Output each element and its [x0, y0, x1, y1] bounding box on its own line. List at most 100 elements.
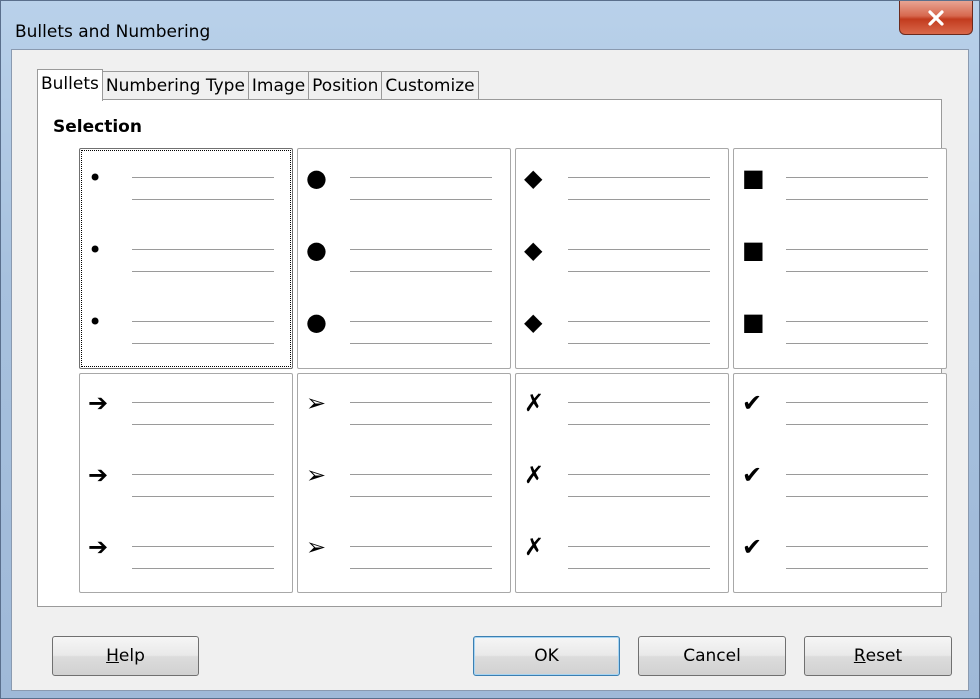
preview-line	[786, 495, 928, 497]
preview-line	[786, 271, 928, 272]
tab-bullets[interactable]: Bullets	[37, 69, 103, 101]
cross-icon: ✗	[524, 388, 545, 417]
bullet-option-square[interactable]: ■ ■ ■	[733, 148, 947, 369]
bullet-preview-row: ✔	[742, 532, 936, 569]
preview-line	[568, 343, 710, 344]
preview-line	[786, 567, 928, 569]
preview-line	[350, 545, 492, 547]
bullet-preview-row: •	[88, 235, 282, 272]
preview-line	[350, 199, 492, 200]
preview-line	[132, 423, 274, 425]
bullet-option-arrowhead[interactable]: ➢ ➢ ➢	[297, 372, 511, 593]
bullet-style-grid: • • • ● ● ● ◆ ◆ ◆ ■ ■ ■ ➔ ➔ ➔ ➢ ➢ ➢ ✗ ✗ ✗ ✔ ✔ ✔	[79, 148, 947, 593]
bullet-option-bold-arrow[interactable]: ➔ ➔ ➔	[79, 372, 293, 593]
tab-bar: Bullets Numbering Type Image Position Cu…	[37, 69, 479, 101]
tab-image[interactable]: Image	[247, 71, 310, 99]
checkmark-icon: ✔	[742, 460, 763, 489]
preview-line	[786, 249, 928, 250]
preview-line	[568, 199, 710, 200]
preview-line	[350, 401, 492, 403]
preview-line	[786, 321, 928, 322]
reset-button[interactable]: Reset	[804, 636, 952, 676]
preview-line	[568, 177, 710, 178]
preview-line	[132, 473, 274, 475]
close-icon	[928, 9, 944, 26]
bullet-preview-row: ✔	[742, 460, 936, 497]
large-dot-icon: ●	[306, 236, 327, 264]
preview-line	[350, 495, 492, 497]
preview-line	[132, 271, 274, 272]
preview-line	[132, 567, 274, 569]
arrowhead-icon: ➢	[306, 388, 327, 417]
bullet-preview-row: ■	[742, 163, 936, 200]
bullet-preview-row: ■	[742, 235, 936, 272]
tab-position[interactable]: Position	[308, 71, 383, 99]
tab-numbering-type[interactable]: Numbering Type	[101, 71, 249, 99]
preview-line	[786, 177, 928, 178]
bullet-preview-row: •	[88, 307, 282, 344]
square-icon: ■	[742, 236, 765, 264]
preview-line	[786, 473, 928, 475]
bullet-preview-row: ●	[306, 307, 500, 344]
bullet-preview-row: ●	[306, 163, 500, 200]
tab-customize[interactable]: Customize	[381, 71, 479, 99]
checkmark-icon: ✔	[742, 532, 763, 561]
bullet-preview-row: ✗	[524, 532, 718, 569]
preview-line	[132, 199, 274, 200]
bullet-preview-row: •	[88, 163, 282, 200]
bullet-option-small-dot[interactable]: • • •	[79, 148, 293, 369]
bullet-preview-row: ●	[306, 235, 500, 272]
bullet-option-diamond[interactable]: ◆ ◆ ◆	[515, 148, 729, 369]
bullets-panel: Selection • • • ● ● ● ◆ ◆ ◆ ■ ■ ■ ➔ ➔ ➔ ➢ ➢ ➢ ✗ ✗ ✗ ✔ ✔ ✔	[37, 99, 947, 607]
preview-line	[350, 249, 492, 250]
preview-line	[568, 473, 710, 475]
arrowhead-icon: ➢	[306, 532, 327, 561]
square-icon: ■	[742, 164, 765, 192]
preview-line	[350, 473, 492, 475]
large-dot-icon: ●	[306, 308, 327, 336]
bullet-option-checkmark[interactable]: ✔ ✔ ✔	[733, 372, 947, 593]
cancel-button[interactable]: Cancel	[638, 636, 786, 676]
square-icon: ■	[742, 308, 765, 336]
preview-line	[568, 401, 710, 403]
close-button[interactable]	[899, 1, 973, 35]
preview-line	[568, 567, 710, 569]
preview-line	[132, 249, 274, 250]
preview-line	[132, 321, 274, 322]
bold-arrow-icon: ➔	[88, 460, 109, 489]
preview-line	[350, 423, 492, 425]
ok-button[interactable]: OK	[473, 636, 620, 676]
bullet-option-large-dot[interactable]: ● ● ●	[297, 148, 511, 369]
bullet-preview-row: ➔	[88, 460, 282, 497]
preview-line	[786, 401, 928, 403]
bullet-preview-row: ■	[742, 307, 936, 344]
selection-heading: Selection	[53, 117, 142, 137]
preview-line	[568, 249, 710, 250]
title-bar[interactable]: Bullets and Numbering	[1, 1, 979, 49]
cross-icon: ✗	[524, 460, 545, 489]
preview-line	[568, 423, 710, 425]
preview-line	[568, 545, 710, 547]
help-button[interactable]: Help	[52, 636, 199, 676]
help-mnemonic: H	[106, 646, 119, 666]
bullet-preview-row: ➢	[306, 388, 500, 425]
bullet-preview-row: ➢	[306, 532, 500, 569]
small-dot-icon: •	[88, 236, 103, 264]
diamond-icon: ◆	[524, 164, 543, 192]
diamond-icon: ◆	[524, 308, 543, 336]
preview-line	[568, 321, 710, 322]
bullet-preview-row: ➢	[306, 460, 500, 497]
dialog-content: Bullets Numbering Type Image Position Cu…	[11, 49, 969, 691]
preview-line	[786, 343, 928, 344]
preview-line	[132, 545, 274, 547]
bullet-option-cross[interactable]: ✗ ✗ ✗	[515, 372, 729, 593]
small-dot-icon: •	[88, 164, 103, 192]
dialog-window: Bullets and Numbering Bullets Numbering …	[0, 0, 980, 699]
large-dot-icon: ●	[306, 164, 327, 192]
bold-arrow-icon: ➔	[88, 532, 109, 561]
bullet-preview-row: ◆	[524, 307, 718, 344]
preview-line	[568, 495, 710, 497]
bullet-preview-row: ➔	[88, 388, 282, 425]
bullet-preview-row: ✗	[524, 460, 718, 497]
preview-line	[132, 343, 274, 344]
